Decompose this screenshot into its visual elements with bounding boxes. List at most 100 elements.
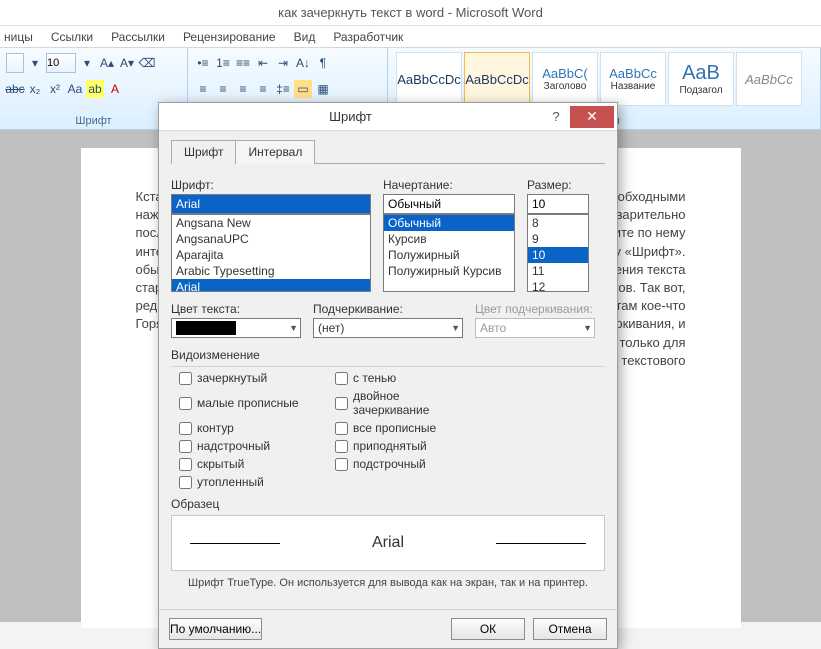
default-button[interactable]: По умолчанию... — [169, 618, 262, 640]
label-underline: Подчеркивание: — [313, 302, 463, 316]
font-size-combo[interactable] — [46, 53, 76, 73]
align-center-icon[interactable]: ≡ — [214, 80, 232, 98]
size-input[interactable] — [527, 194, 589, 214]
subscript-icon[interactable]: x₂ — [26, 80, 44, 98]
multilevel-icon[interactable]: ≡≡ — [234, 54, 252, 72]
tab-pages[interactable]: ницы — [4, 30, 33, 44]
grow-font-icon[interactable]: A▴ — [98, 54, 116, 72]
list-item[interactable]: Arial — [172, 279, 370, 292]
underline-combo[interactable]: (нет)▼ — [313, 318, 463, 338]
list-item[interactable]: Arabic Typesetting — [172, 263, 370, 279]
list-item[interactable]: 8 — [528, 215, 588, 231]
dialog-title: Шрифт — [159, 109, 542, 124]
sample-label: Образец — [171, 497, 605, 511]
font-color-icon[interactable]: A — [106, 80, 124, 98]
chevron-down-icon: ▼ — [289, 323, 298, 333]
style-input[interactable] — [383, 194, 515, 214]
list-item[interactable]: 11 — [528, 263, 588, 279]
chk-engrave[interactable]: утопленный — [179, 475, 319, 489]
strike-icon[interactable]: abc — [6, 80, 24, 98]
chk-smallcaps[interactable]: малые прописные — [179, 389, 319, 417]
indent-inc-icon[interactable]: ⇥ — [274, 54, 292, 72]
underline-color-combo: Авто▼ — [475, 318, 595, 338]
superscript-icon[interactable]: x² — [46, 80, 64, 98]
style-listbox[interactable]: Обычный Курсив Полужирный Полужирный Кур… — [383, 214, 515, 292]
font-name-combo[interactable] — [6, 53, 24, 73]
change-case-icon[interactable]: Aa — [66, 80, 84, 98]
tab-spacing[interactable]: Интервал — [235, 140, 315, 164]
chevron-down-icon[interactable]: ▾ — [26, 54, 44, 72]
justify-icon[interactable]: ≡ — [254, 80, 272, 98]
tab-review[interactable]: Рецензирование — [183, 30, 276, 44]
list-item[interactable]: Полужирный Курсив — [384, 263, 514, 279]
style-item[interactable]: AaBbCcDc — [396, 52, 462, 106]
style-item[interactable]: AaBbC(Заголово — [532, 52, 598, 106]
sort-icon[interactable]: A↓ — [294, 54, 312, 72]
chk-emboss[interactable]: приподнятый — [335, 439, 475, 453]
label-font: Шрифт: — [171, 178, 371, 192]
tab-mailings[interactable]: Рассылки — [111, 30, 165, 44]
align-left-icon[interactable]: ≡ — [194, 80, 212, 98]
effects-group: зачеркнутый с тенью малые прописные двой… — [171, 366, 605, 497]
tab-references[interactable]: Ссылки — [51, 30, 93, 44]
font-input[interactable] — [171, 194, 371, 214]
dialog-titlebar[interactable]: Шрифт ? ✕ — [159, 103, 617, 131]
chk-dstrike[interactable]: двойное зачеркивание — [335, 389, 475, 417]
tab-font[interactable]: Шрифт — [171, 140, 236, 164]
shrink-font-icon[interactable]: A▾ — [118, 54, 136, 72]
chk-strike[interactable]: зачеркнутый — [179, 371, 319, 385]
label-underline-color: Цвет подчеркивания: — [475, 302, 595, 316]
style-item[interactable]: AaBПодзагол — [668, 52, 734, 106]
sample-note: Шрифт TrueType. Он используется для выво… — [171, 571, 605, 599]
tab-developer[interactable]: Разработчик — [333, 30, 403, 44]
list-item[interactable]: Aparajita — [172, 247, 370, 263]
list-item[interactable]: AngsanaUPC — [172, 231, 370, 247]
font-color-combo[interactable]: ▼ — [171, 318, 301, 338]
chk-sub[interactable]: подстрочный — [335, 457, 475, 471]
style-item[interactable]: AaBbCcНазвание — [600, 52, 666, 106]
list-item[interactable]: Полужирный — [384, 247, 514, 263]
help-icon[interactable]: ? — [542, 109, 570, 124]
list-item[interactable]: 10 — [528, 247, 588, 263]
group-label-font: Шрифт — [6, 113, 181, 129]
tab-view[interactable]: Вид — [294, 30, 316, 44]
list-item[interactable]: 9 — [528, 231, 588, 247]
effects-label: Видоизменение — [171, 348, 605, 362]
ribbon-tabs: ницы Ссылки Рассылки Рецензирование Вид … — [0, 26, 821, 48]
label-style: Начертание: — [383, 178, 515, 192]
window-titlebar: как зачеркнуть текст в word - Microsoft … — [0, 0, 821, 26]
sample-box: Arial — [171, 515, 605, 571]
chevron-down-icon: ▼ — [451, 323, 460, 333]
clear-format-icon[interactable]: ⌫ — [138, 54, 156, 72]
chk-outline[interactable]: контур — [179, 421, 319, 435]
size-listbox[interactable]: 8 9 10 11 12 — [527, 214, 589, 292]
dialog-buttons: По умолчанию... ОК Отмена — [159, 609, 617, 648]
chk-shadow[interactable]: с тенью — [335, 371, 475, 385]
chevron-down-icon[interactable]: ▾ — [78, 54, 96, 72]
list-item[interactable]: Обычный — [384, 215, 514, 231]
list-item[interactable]: 12 — [528, 279, 588, 292]
ok-button[interactable]: ОК — [451, 618, 525, 640]
indent-dec-icon[interactable]: ⇤ — [254, 54, 272, 72]
line-spacing-icon[interactable]: ‡≡ — [274, 80, 292, 98]
list-item[interactable]: Курсив — [384, 231, 514, 247]
chk-allcaps[interactable]: все прописные — [335, 421, 475, 435]
color-swatch-icon — [176, 321, 236, 335]
label-size: Размер: — [527, 178, 589, 192]
chk-sup[interactable]: надстрочный — [179, 439, 319, 453]
cancel-button[interactable]: Отмена — [533, 618, 607, 640]
list-item[interactable]: Angsana New — [172, 215, 370, 231]
style-item[interactable]: AaBbCcDc — [464, 52, 530, 106]
style-item[interactable]: AaBbCc — [736, 52, 802, 106]
shading-icon[interactable]: ▭ — [294, 80, 312, 98]
chk-hidden[interactable]: скрытый — [179, 457, 319, 471]
font-listbox[interactable]: Angsana New AngsanaUPC Aparajita Arabic … — [171, 214, 371, 292]
show-marks-icon[interactable]: ¶ — [314, 54, 332, 72]
highlight-icon[interactable]: ab — [86, 80, 104, 98]
numbering-icon[interactable]: 1≡ — [214, 54, 232, 72]
close-icon[interactable]: ✕ — [570, 106, 614, 128]
borders-icon[interactable]: ▦ — [314, 80, 332, 98]
bullets-icon[interactable]: •≡ — [194, 54, 212, 72]
window-title: как зачеркнуть текст в word - Microsoft … — [278, 5, 543, 20]
align-right-icon[interactable]: ≡ — [234, 80, 252, 98]
